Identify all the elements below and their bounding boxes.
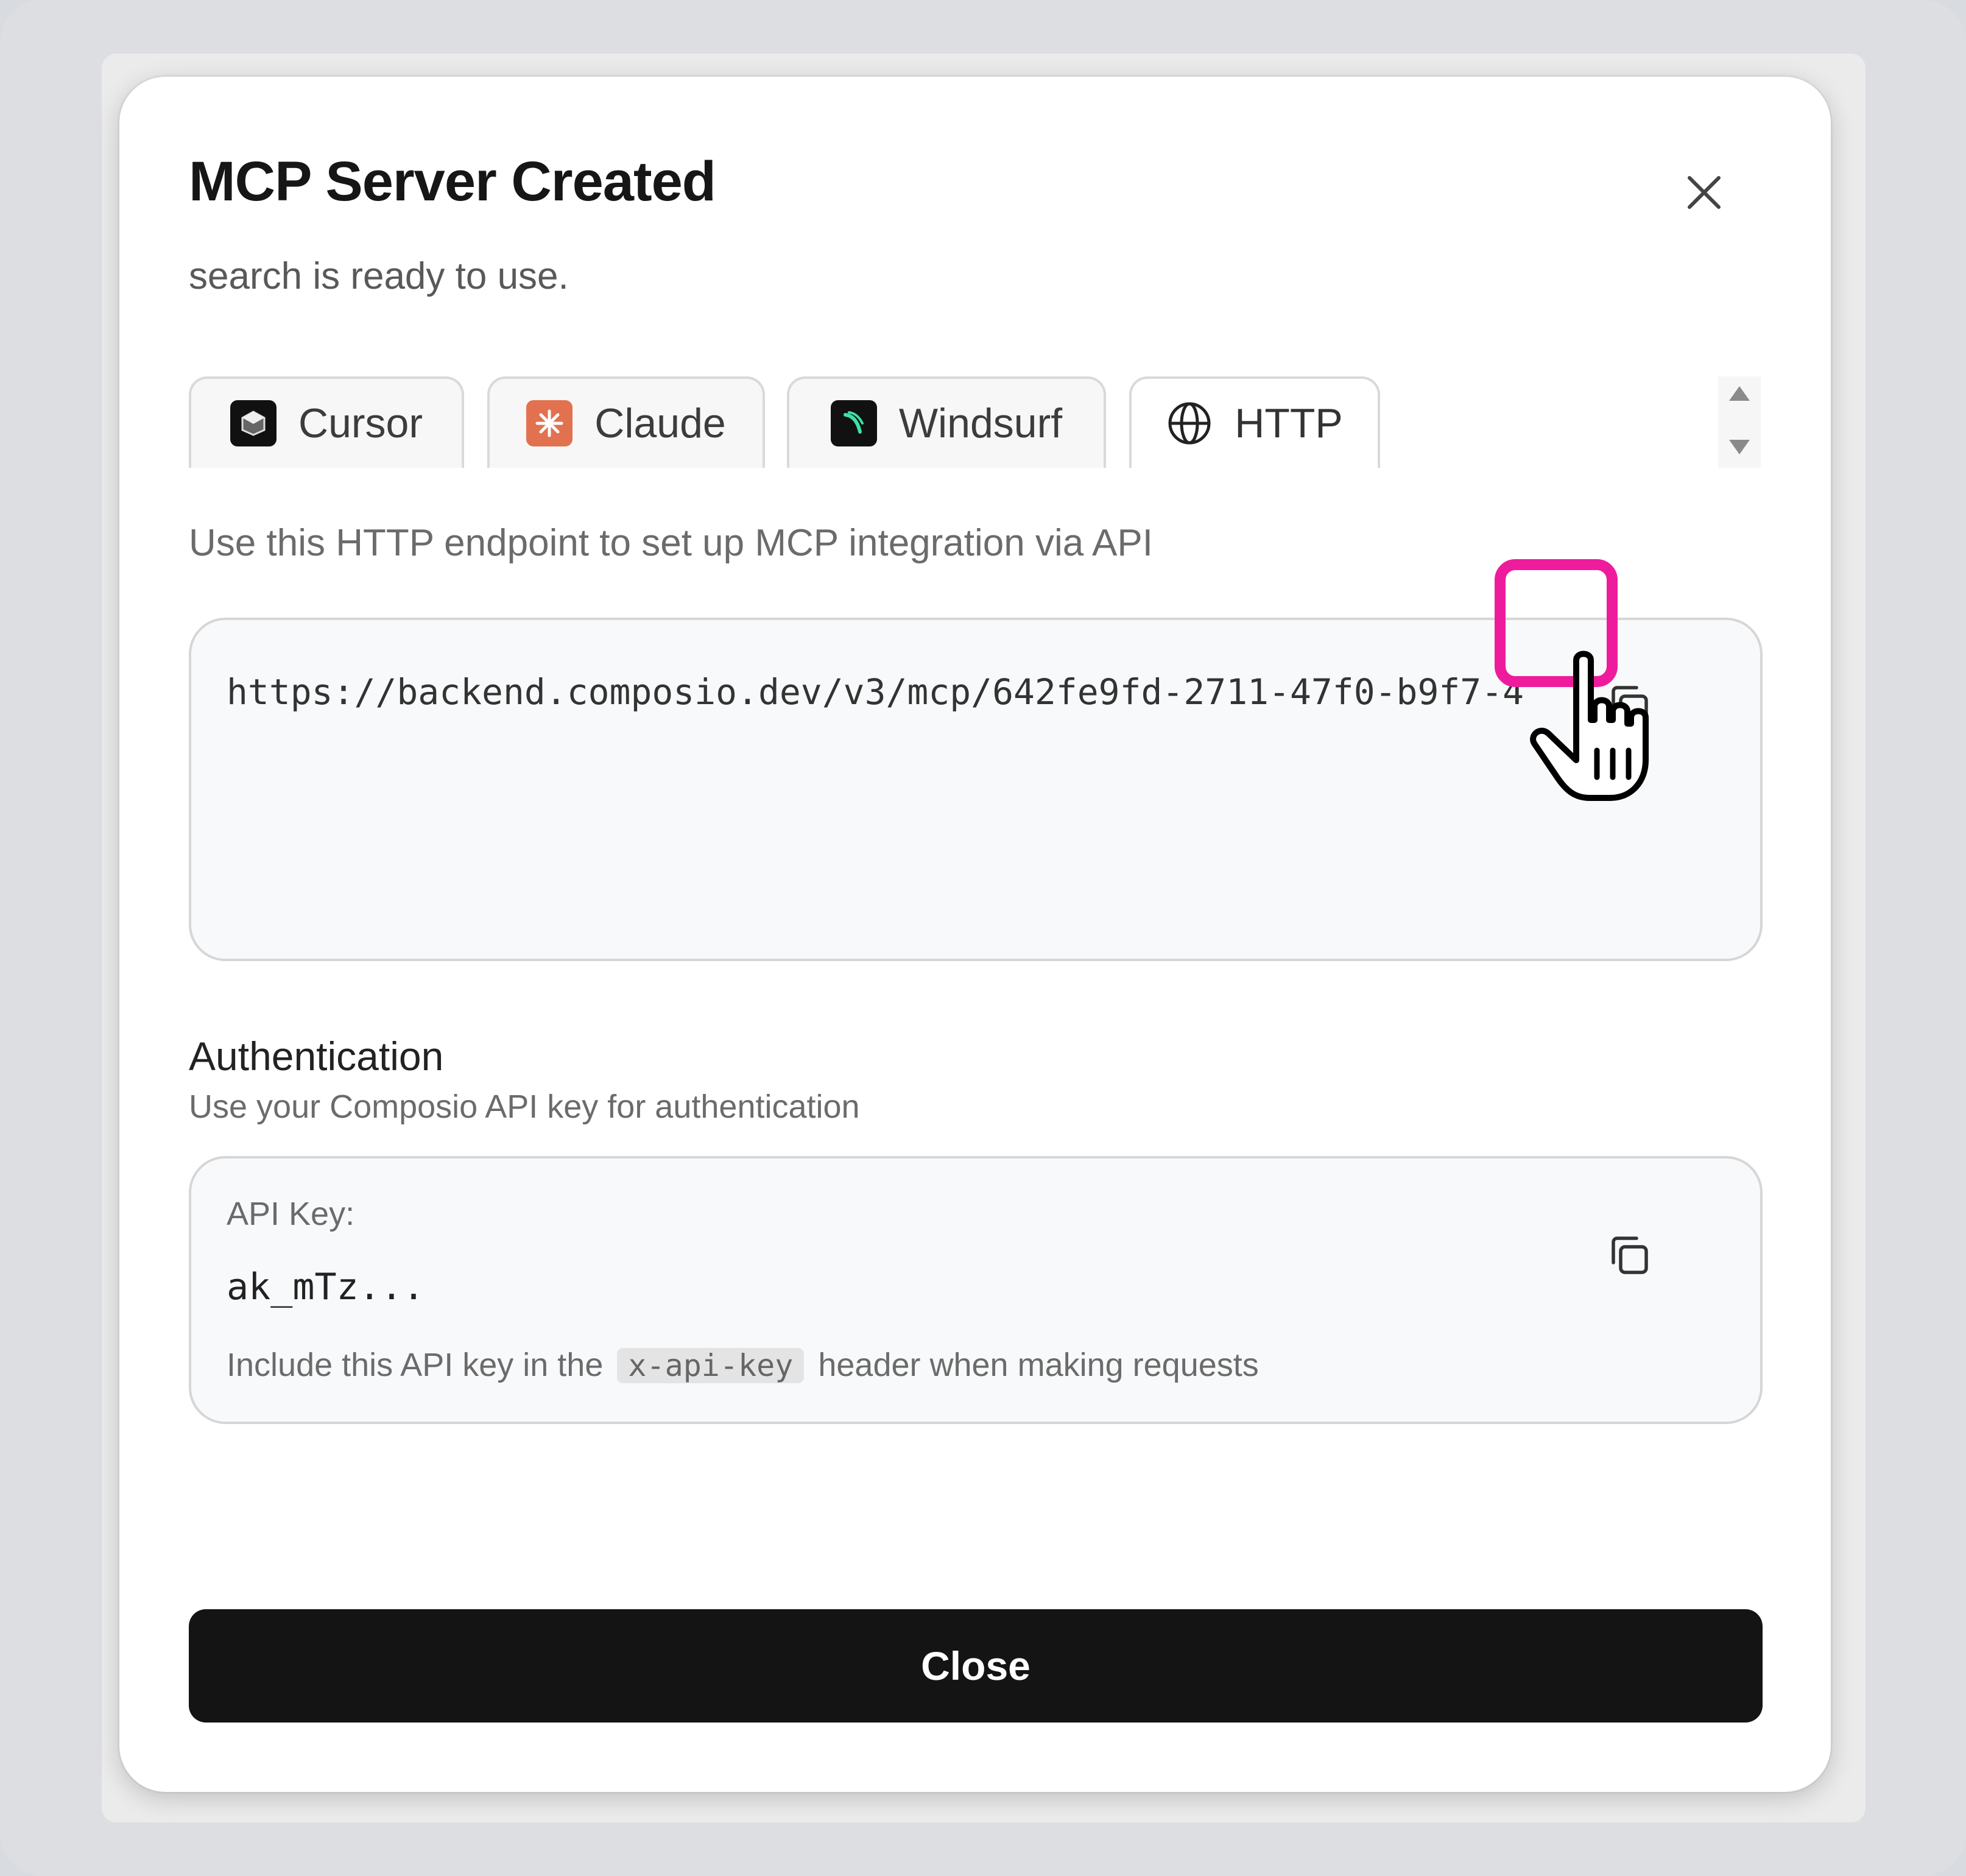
cursor-logo-icon (230, 400, 277, 446)
api-key-hint: Include this API key in the x-api-key he… (227, 1346, 1259, 1384)
windsurf-logo-icon (830, 400, 877, 446)
api-key-label: API Key: (227, 1196, 355, 1232)
auth-subtitle: Use your Composio API key for authentica… (189, 1088, 860, 1125)
tab-http[interactable]: HTTP (1129, 376, 1380, 468)
mcp-created-dialog: MCP Server Created search is ready to us… (119, 77, 1831, 1792)
api-key-box: API Key: ak_mTz... Include this API key … (189, 1156, 1763, 1424)
close-icon[interactable] (1679, 167, 1730, 218)
hint-text-after: header when making requests (818, 1347, 1259, 1383)
endpoint-url: https://backend.composio.dev/v3/mcp/642f… (227, 671, 1524, 713)
tab-cursor[interactable]: Cursor (189, 376, 464, 468)
scroll-down-arrow-icon (1729, 440, 1750, 454)
tab-label: Windsurf (898, 400, 1063, 446)
hand-pointer-icon (1523, 648, 1675, 806)
dialog-subtitle: search is ready to use. (189, 255, 569, 297)
tab-label: HTTP (1235, 400, 1343, 446)
copy-api-key-button[interactable] (1596, 1222, 1663, 1289)
close-button[interactable]: Close (189, 1609, 1763, 1723)
hint-text-before: Include this API key in the (227, 1347, 604, 1383)
screenshot-frame: MCP Server Created search is ready to us… (0, 0, 1966, 1876)
header-name-code: x-api-key (617, 1348, 805, 1383)
tabs-scrollbar[interactable] (1718, 376, 1761, 468)
client-tabs: Cursor Claude Windsurf HTTP (189, 376, 1900, 468)
tab-label: Cursor (298, 400, 423, 446)
http-description: Use this HTTP endpoint to set up MCP int… (189, 522, 1153, 564)
claude-logo-icon (526, 400, 573, 446)
api-key-value: ak_mTz... (227, 1266, 425, 1308)
tab-claude[interactable]: Claude (487, 376, 765, 468)
globe-icon (1166, 400, 1213, 446)
copy-icon (1612, 1236, 1648, 1274)
tab-label: Claude (594, 400, 726, 446)
tab-windsurf[interactable]: Windsurf (787, 376, 1106, 468)
auth-title: Authentication (189, 1034, 444, 1079)
dialog-title: MCP Server Created (189, 150, 716, 213)
scroll-up-arrow-icon (1729, 386, 1750, 401)
